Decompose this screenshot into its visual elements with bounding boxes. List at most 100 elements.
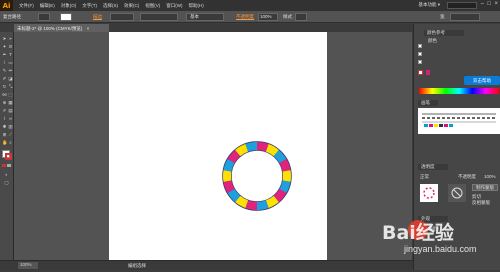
tab-brushes[interactable]: 画笔 <box>418 100 438 106</box>
scale-tool-icon[interactable]: ⤡ <box>8 84 13 89</box>
free-transform-tool-icon[interactable]: ⬚ <box>8 92 13 97</box>
selection-type-label: 复合路径 <box>3 14 21 20</box>
rectangle-tool-icon[interactable]: ▭ <box>8 60 13 65</box>
pencil-tool-icon[interactable]: ✏ <box>8 68 13 73</box>
ring-segment <box>283 181 287 191</box>
brush-library[interactable] <box>418 108 500 134</box>
menu-object[interactable]: 对象(O) <box>61 3 77 9</box>
maximize-icon[interactable]: □ <box>487 1 491 7</box>
tab-transparency[interactable]: 透明度 <box>418 164 448 170</box>
gradient-mode-icon[interactable] <box>7 164 11 167</box>
ring-segment <box>227 181 231 191</box>
type-tool-icon[interactable]: T <box>8 52 13 57</box>
column-graph-tool-icon[interactable]: ▥ <box>8 124 13 129</box>
document-tab[interactable]: 未标题-2* @ 100% (CMYK/预览) × <box>14 24 109 32</box>
width-label: 宽 <box>440 14 445 20</box>
pen-tool-icon[interactable]: ✒ <box>2 52 7 57</box>
close-icon[interactable]: × <box>494 1 498 7</box>
status-text: 编组选择 <box>128 263 146 269</box>
ring-segment <box>267 199 276 204</box>
object-thumbnail <box>420 184 438 202</box>
invert-mask-checkbox[interactable]: 反相蒙版 <box>472 200 490 206</box>
fill-swatch[interactable] <box>418 44 422 48</box>
zoom-tool-icon[interactable]: ⌕ <box>8 140 13 145</box>
ring-segment <box>257 146 267 148</box>
swatch-2[interactable] <box>418 52 422 56</box>
canvas-area[interactable] <box>14 32 412 260</box>
ring-segment <box>267 148 276 153</box>
ring-artwork[interactable] <box>109 32 327 270</box>
menu-edit[interactable]: 编辑(E) <box>40 3 55 9</box>
selection-tool-icon[interactable]: ➤ <box>2 36 7 41</box>
status-bar: 100% 编组选择 <box>0 260 413 270</box>
shape-builder-tool-icon[interactable]: ⊕ <box>2 100 7 105</box>
ring-segment <box>247 146 257 148</box>
direct-selection-tool-icon[interactable]: ➢ <box>8 36 13 41</box>
drawing-mode-icon[interactable]: ◐ <box>4 172 9 177</box>
graphic-style-picker[interactable] <box>295 13 307 21</box>
stroke-label[interactable]: 描边 <box>93 14 102 20</box>
stroke-weight-field[interactable] <box>110 13 134 21</box>
stroke-swatch[interactable] <box>418 70 423 75</box>
document-tab-close-icon[interactable]: × <box>87 26 90 31</box>
ring-thumbnail-icon <box>420 184 438 202</box>
app-logo: Ai <box>0 0 13 11</box>
tab-color-guide[interactable]: 颜色参考 <box>424 30 464 36</box>
opacity-value: 100% <box>260 14 272 19</box>
blend-tool-icon[interactable]: ∞ <box>8 116 13 121</box>
slice-tool-icon[interactable]: ⟋ <box>8 132 13 137</box>
brush-value: 基本 <box>190 14 199 20</box>
menu-type[interactable]: 文字(T) <box>82 3 97 9</box>
ring-segment <box>283 161 287 171</box>
menu-help[interactable]: 帮助(H) <box>189 3 204 9</box>
width-tool-icon[interactable]: ⋈ <box>2 92 7 97</box>
search-input[interactable] <box>447 2 477 9</box>
workspace-switcher[interactable]: 基本功能 ▾ <box>418 2 440 8</box>
mesh-tool-icon[interactable]: # <box>2 108 7 113</box>
swatch-3[interactable] <box>418 60 422 64</box>
style-label: 样式 <box>283 14 292 20</box>
color-mode-icon[interactable] <box>2 164 6 167</box>
hand-tool-icon[interactable]: ✋ <box>2 140 7 145</box>
perspective-grid-tool-icon[interactable]: ▦ <box>8 100 13 105</box>
rotate-tool-icon[interactable]: ↻ <box>2 84 7 89</box>
minimize-icon[interactable]: – <box>481 1 484 7</box>
screen-mode-icon[interactable]: ▢ <box>4 180 9 185</box>
gradient-tool-icon[interactable]: ▤ <box>8 108 13 113</box>
line-tool-icon[interactable]: / <box>2 60 7 65</box>
tools-panel: ➤ ➢ ✦ ʘ ✒ T / ▭ ✎ ✏ ✐ ◪ ↻ ⤡ ⋈ ⬚ ⊕ ▦ # ▤ … <box>0 32 14 260</box>
menu-view[interactable]: 视图(V) <box>145 3 160 9</box>
lasso-tool-icon[interactable]: ʘ <box>8 44 13 49</box>
zoom-level[interactable]: 100% <box>18 262 38 269</box>
menu-file[interactable]: 文件(F) <box>19 3 34 9</box>
symbol-sprayer-tool-icon[interactable]: ✱ <box>2 124 7 129</box>
variable-width-profile[interactable] <box>140 13 178 21</box>
eyedropper-tool-icon[interactable]: ⌇ <box>2 116 7 121</box>
brush-strokes-preview <box>418 108 500 134</box>
artboard-tool-icon[interactable]: ⊞ <box>2 132 7 137</box>
help-badge[interactable]: 双击帮助 <box>464 76 500 85</box>
stroke-swatch[interactable] <box>5 153 12 160</box>
artboard[interactable] <box>109 32 327 270</box>
transparency-opacity-value[interactable]: 100% <box>484 174 496 179</box>
make-mask-button[interactable]: 制作蒙版 <box>472 184 498 191</box>
magenta-swatch[interactable] <box>426 70 430 75</box>
blob-brush-tool-icon[interactable]: ✐ <box>2 76 7 81</box>
paintbrush-tool-icon[interactable]: ✎ <box>2 68 7 73</box>
watermark-logo: Bai经验 <box>382 218 454 245</box>
color-spectrum-bar[interactable] <box>419 88 499 94</box>
fill-color-swatch[interactable] <box>38 13 50 21</box>
ring-segment <box>227 161 231 171</box>
width-field[interactable] <box>450 13 480 21</box>
menu-effect[interactable]: 效果(C) <box>124 3 139 9</box>
menu-bar: Ai 文件(F) 编辑(E) 对象(O) 文字(T) 选择(S) 效果(C) 视… <box>0 0 500 11</box>
transparency-opacity-label: 不透明度 <box>458 174 476 180</box>
stroke-color-swatch[interactable] <box>60 13 72 21</box>
opacity-label[interactable]: 不透明度 <box>236 14 254 20</box>
magic-wand-tool-icon[interactable]: ✦ <box>2 44 7 49</box>
menu-window[interactable]: 窗口(W) <box>166 3 182 9</box>
eraser-tool-icon[interactable]: ◪ <box>8 76 13 81</box>
blend-mode-select[interactable]: 正常 <box>420 174 429 180</box>
mask-thumbnail[interactable] <box>448 184 466 202</box>
menu-select[interactable]: 选择(S) <box>103 3 118 9</box>
